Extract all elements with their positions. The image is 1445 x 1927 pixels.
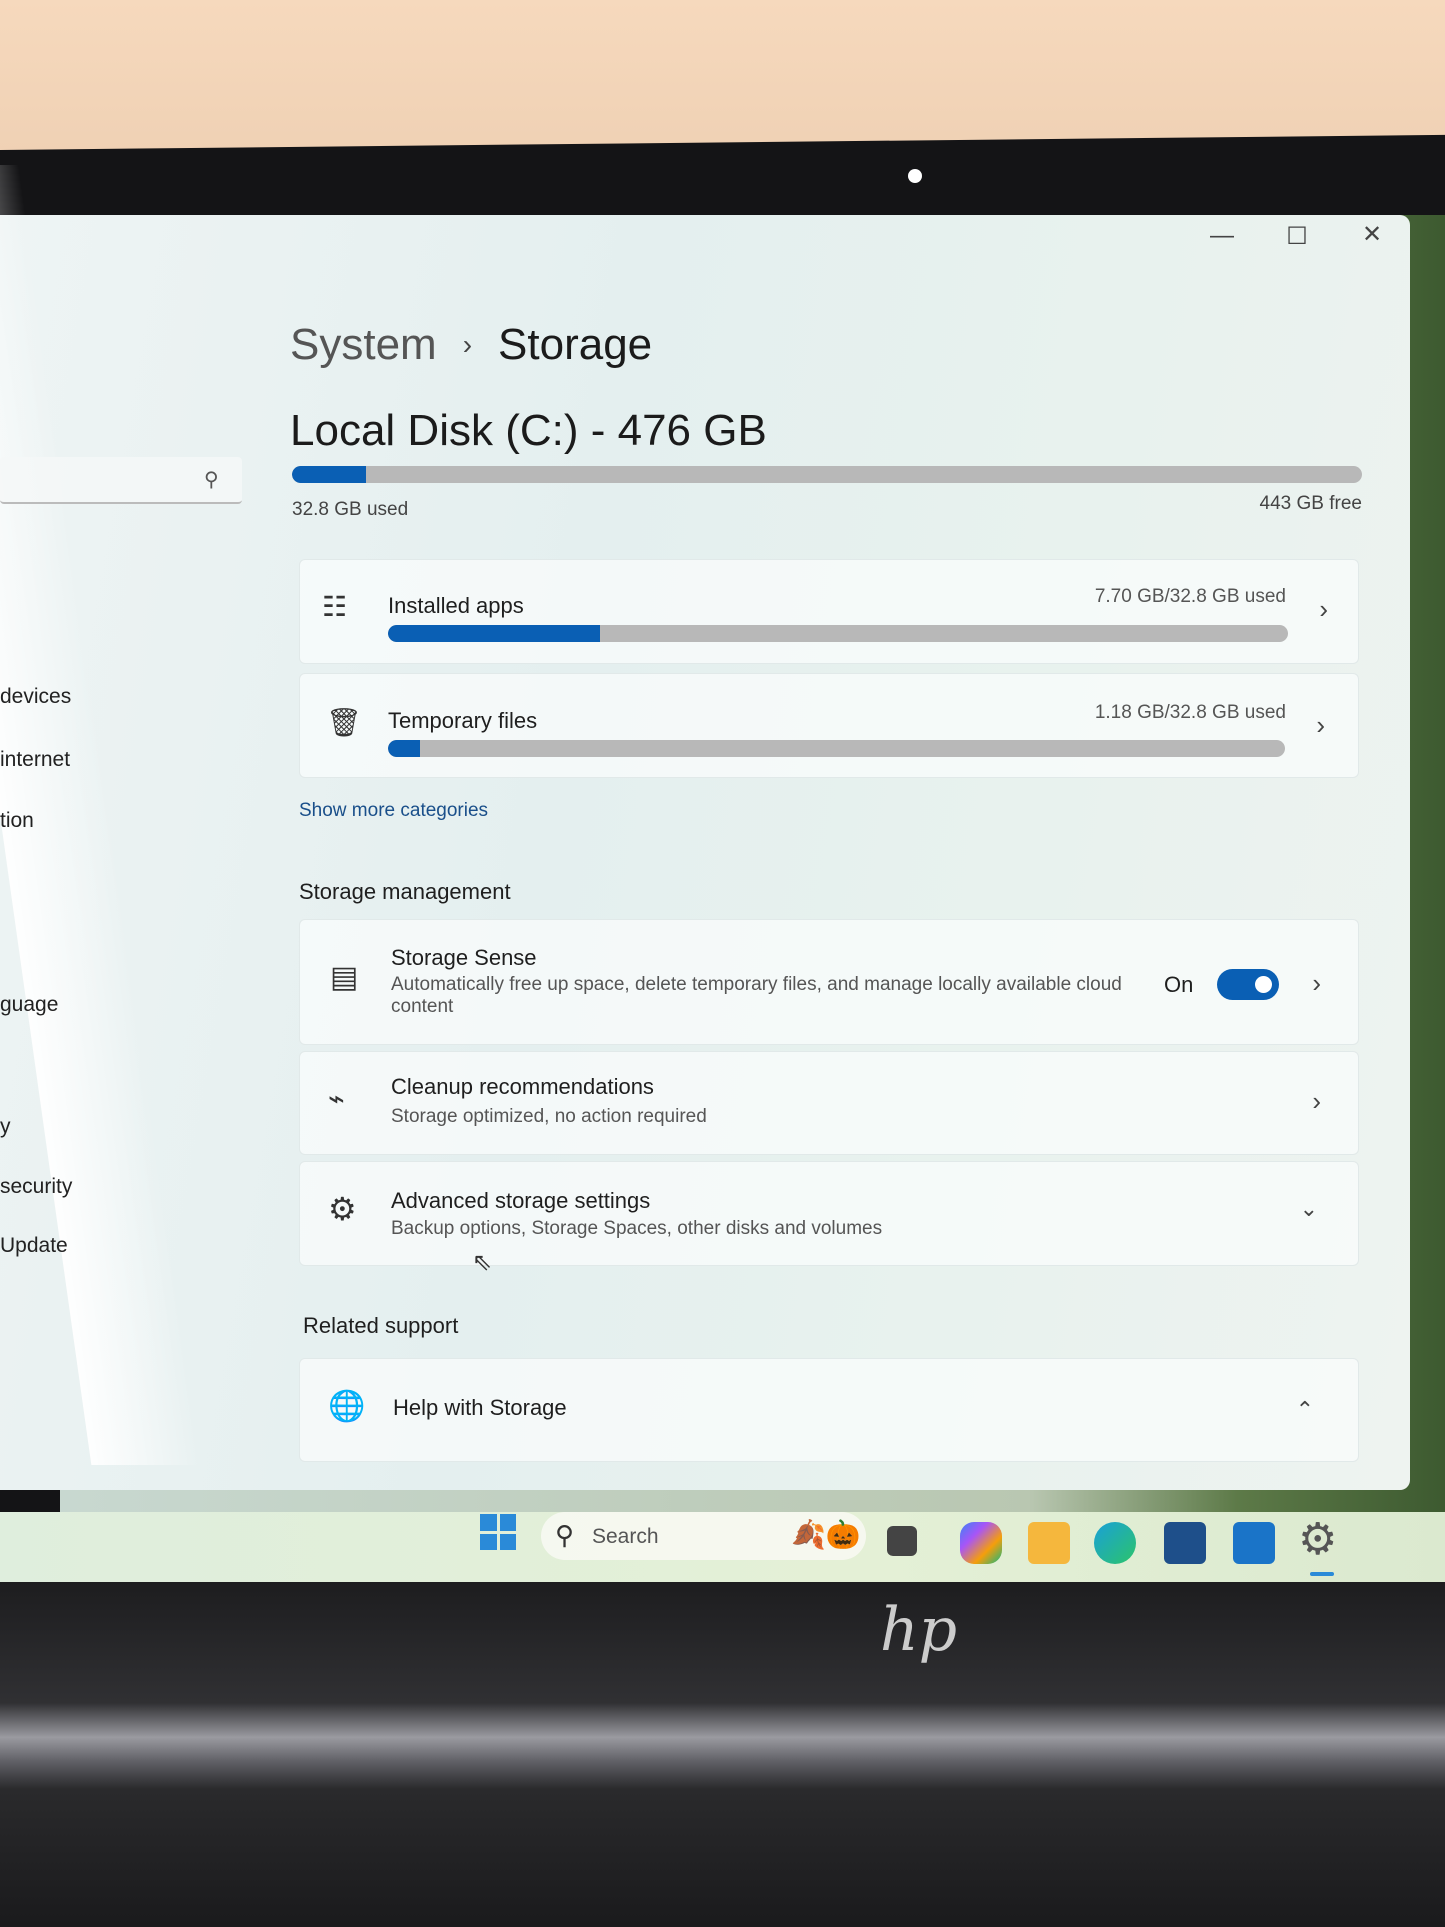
settings-icon[interactable]: ⚙ [1298,1514,1337,1565]
row-title: Help with Storage [393,1395,567,1420]
show-more-categories-link[interactable]: Show more categories [299,800,488,822]
category-temporary-files[interactable]: 🗑 Temporary files 1.18 GB/32.8 GB used › [299,673,1359,778]
chevron-right-icon: › [1312,1086,1321,1116]
category-label: Temporary files [388,708,538,733]
storage-sense-toggle[interactable] [1217,969,1279,1000]
cleanup-recommendations-row[interactable]: ⌁ Cleanup recommendations Storage optimi… [299,1051,1359,1155]
category-label: Installed apps [388,593,524,618]
disk-usage-fill [292,466,366,483]
row-description: Automatically free up space, delete temp… [391,974,1122,995]
storage-drive-icon: ▤ [330,961,359,994]
chevron-down-icon: ⌄ [1299,1196,1318,1221]
globe-icon: 🌐 [328,1390,366,1423]
sidebar-item[interactable]: Update [0,1234,68,1258]
chevron-right-icon: › [462,329,473,360]
sidebar-item[interactable]: guage [0,993,58,1017]
sidebar-item[interactable]: devices [0,685,71,709]
section-heading: Related support [303,1313,459,1338]
page-title: Storage [498,320,653,369]
outlook-icon[interactable] [1233,1522,1275,1564]
search-placeholder: Search [592,1525,659,1548]
webcam [908,169,922,183]
row-title: Storage Sense [391,945,537,970]
category-value: 7.70 GB/32.8 GB used [1094,586,1286,607]
windows-start-icon[interactable] [480,1514,516,1550]
category-value: 1.18 GB/32.8 GB used [1094,702,1286,723]
broom-icon: ⌁ [328,1083,345,1114]
sidebar-item[interactable]: y [0,1115,11,1139]
category-fill [388,740,421,757]
chevron-up-icon: ⌃ [1295,1397,1314,1422]
hp-logo: hp [880,1595,958,1665]
maximize-icon[interactable]: ☐ [1277,222,1317,251]
trash-icon: 🗑 [326,707,362,738]
breadcrumb: System › Storage [290,320,652,370]
laptop-keyboard-deck [0,1582,1445,1927]
taskbar-search[interactable]: ⚲ Search 🍂🎃 [541,1512,866,1560]
chevron-right-icon: › [1319,594,1328,624]
row-description: Backup options, Storage Spaces, other di… [391,1218,883,1239]
file-explorer-icon[interactable] [1028,1522,1070,1564]
settings-search-input[interactable]: ⚲ [0,457,242,504]
row-title: Cleanup recommendations [391,1074,654,1099]
storage-sense-row[interactable]: ▤ Storage Sense Automatically free up sp… [299,919,1359,1045]
task-view-icon[interactable] [887,1526,917,1556]
disk-title: Local Disk (C:) - 476 GB [290,406,767,455]
category-installed-apps[interactable]: ☷ Installed apps 7.70 GB/32.8 GB used › [299,559,1359,664]
row-title: Advanced storage settings [391,1188,651,1213]
row-description: content [391,996,454,1017]
copilot-icon[interactable] [960,1522,1002,1564]
search-icon: ⚲ [204,469,219,491]
chevron-right-icon: › [1312,968,1321,998]
edge-icon[interactable] [1094,1522,1136,1564]
store-icon[interactable] [1164,1522,1206,1564]
sidebar-item[interactable]: internet [0,748,70,772]
used-label: 32.8 GB used [292,499,409,520]
breadcrumb-system[interactable]: System [290,320,437,370]
search-icon: ⚲ [555,1520,575,1550]
chevron-right-icon: › [1316,710,1325,740]
category-bar [388,740,1285,757]
apps-list-icon: ☷ [322,591,348,622]
toggle-state-label: On [1164,972,1194,997]
help-with-storage-row[interactable]: 🌐 Help with Storage ⌃ [299,1358,1359,1462]
sidebar-item[interactable]: security [0,1175,72,1199]
mouse-cursor-icon: ⇖ [472,1249,493,1276]
section-heading: Storage management [299,879,511,904]
gear-icon: ⚙ [328,1191,357,1227]
category-fill [388,625,600,642]
close-icon[interactable]: ✕ [1352,220,1392,249]
advanced-storage-settings-row[interactable]: ⚙ Advanced storage settings Backup optio… [299,1161,1359,1266]
disk-usage-bar [292,466,1362,483]
autumn-leaves-icon: 🍂🎃 [791,1519,861,1550]
sidebar-item[interactable]: tion [0,809,34,833]
category-bar [388,625,1288,642]
row-description: Storage optimized, no action required [391,1106,707,1127]
active-app-indicator [1310,1572,1334,1576]
toggle-knob [1255,976,1272,993]
minimize-icon[interactable]: — [1202,222,1242,250]
free-label: 443 GB free [1259,493,1362,514]
